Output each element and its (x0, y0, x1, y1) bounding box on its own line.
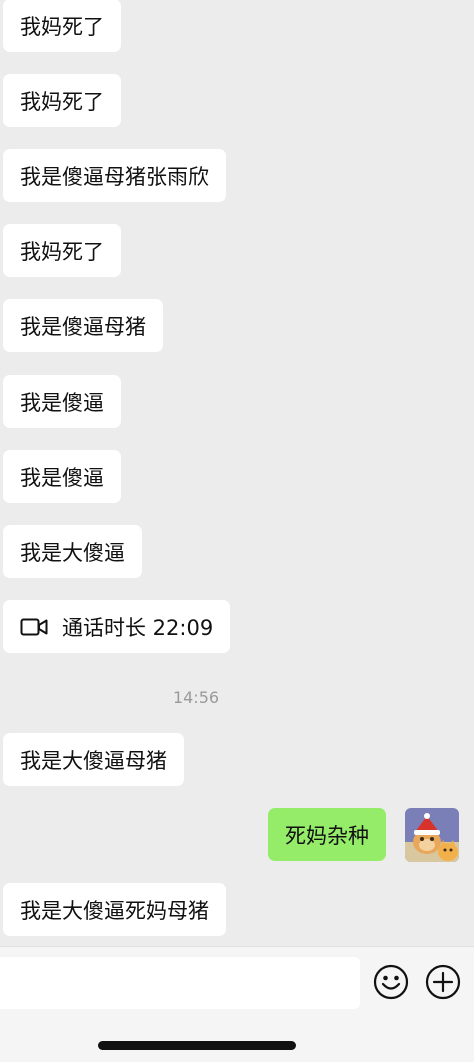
call-duration-text: 通话时长 22:09 (62, 615, 214, 640)
message-text: 我是傻逼母猪 (20, 314, 146, 339)
message-text: 我是傻逼母猪张雨欣 (20, 164, 209, 189)
message-text: 我是傻逼 (20, 465, 104, 490)
home-indicator (98, 1041, 296, 1050)
outgoing-message[interactable]: 死妈杂种 (268, 808, 386, 861)
message-text: 我是大傻逼死妈母猪 (20, 898, 209, 923)
avatar-image (405, 808, 459, 862)
incoming-message[interactable]: 我是傻逼 (3, 450, 121, 503)
message-text: 死妈杂种 (285, 823, 369, 848)
emoji-icon[interactable] (373, 964, 409, 1000)
video-call-icon (20, 618, 48, 635)
message-text: 我妈死了 (20, 14, 104, 39)
incoming-message[interactable]: 我是大傻逼死妈母猪 (3, 883, 226, 936)
input-bar (0, 946, 474, 1062)
incoming-message[interactable]: 我是傻逼母猪 (3, 299, 163, 352)
message-text: 我是大傻逼 (20, 540, 125, 565)
message-input[interactable] (0, 957, 360, 1009)
message-text: 我是大傻逼母猪 (20, 748, 167, 773)
incoming-message[interactable]: 我是大傻逼 (3, 525, 142, 578)
incoming-message[interactable]: 我是傻逼母猪张雨欣 (3, 149, 226, 202)
message-text: 我妈死了 (20, 239, 104, 264)
incoming-message[interactable]: 我是傻逼 (3, 375, 121, 428)
incoming-message[interactable]: 我是大傻逼母猪 (3, 733, 184, 786)
incoming-message[interactable]: 我妈死了 (3, 74, 121, 127)
chat-area[interactable]: 我妈死了 我妈死了 我是傻逼母猪张雨欣 我妈死了 我是傻逼母猪 我是傻逼 我是傻… (0, 0, 474, 946)
plus-circle-icon[interactable] (425, 964, 461, 1000)
incoming-message[interactable]: 我妈死了 (3, 224, 121, 277)
message-timestamp: 14:56 (172, 688, 220, 707)
incoming-message[interactable]: 我妈死了 (3, 0, 121, 52)
avatar[interactable] (405, 808, 459, 862)
message-text: 我是傻逼 (20, 390, 104, 415)
call-record-message[interactable]: 通话时长 22:09 (3, 600, 231, 653)
message-text: 我妈死了 (20, 89, 104, 114)
